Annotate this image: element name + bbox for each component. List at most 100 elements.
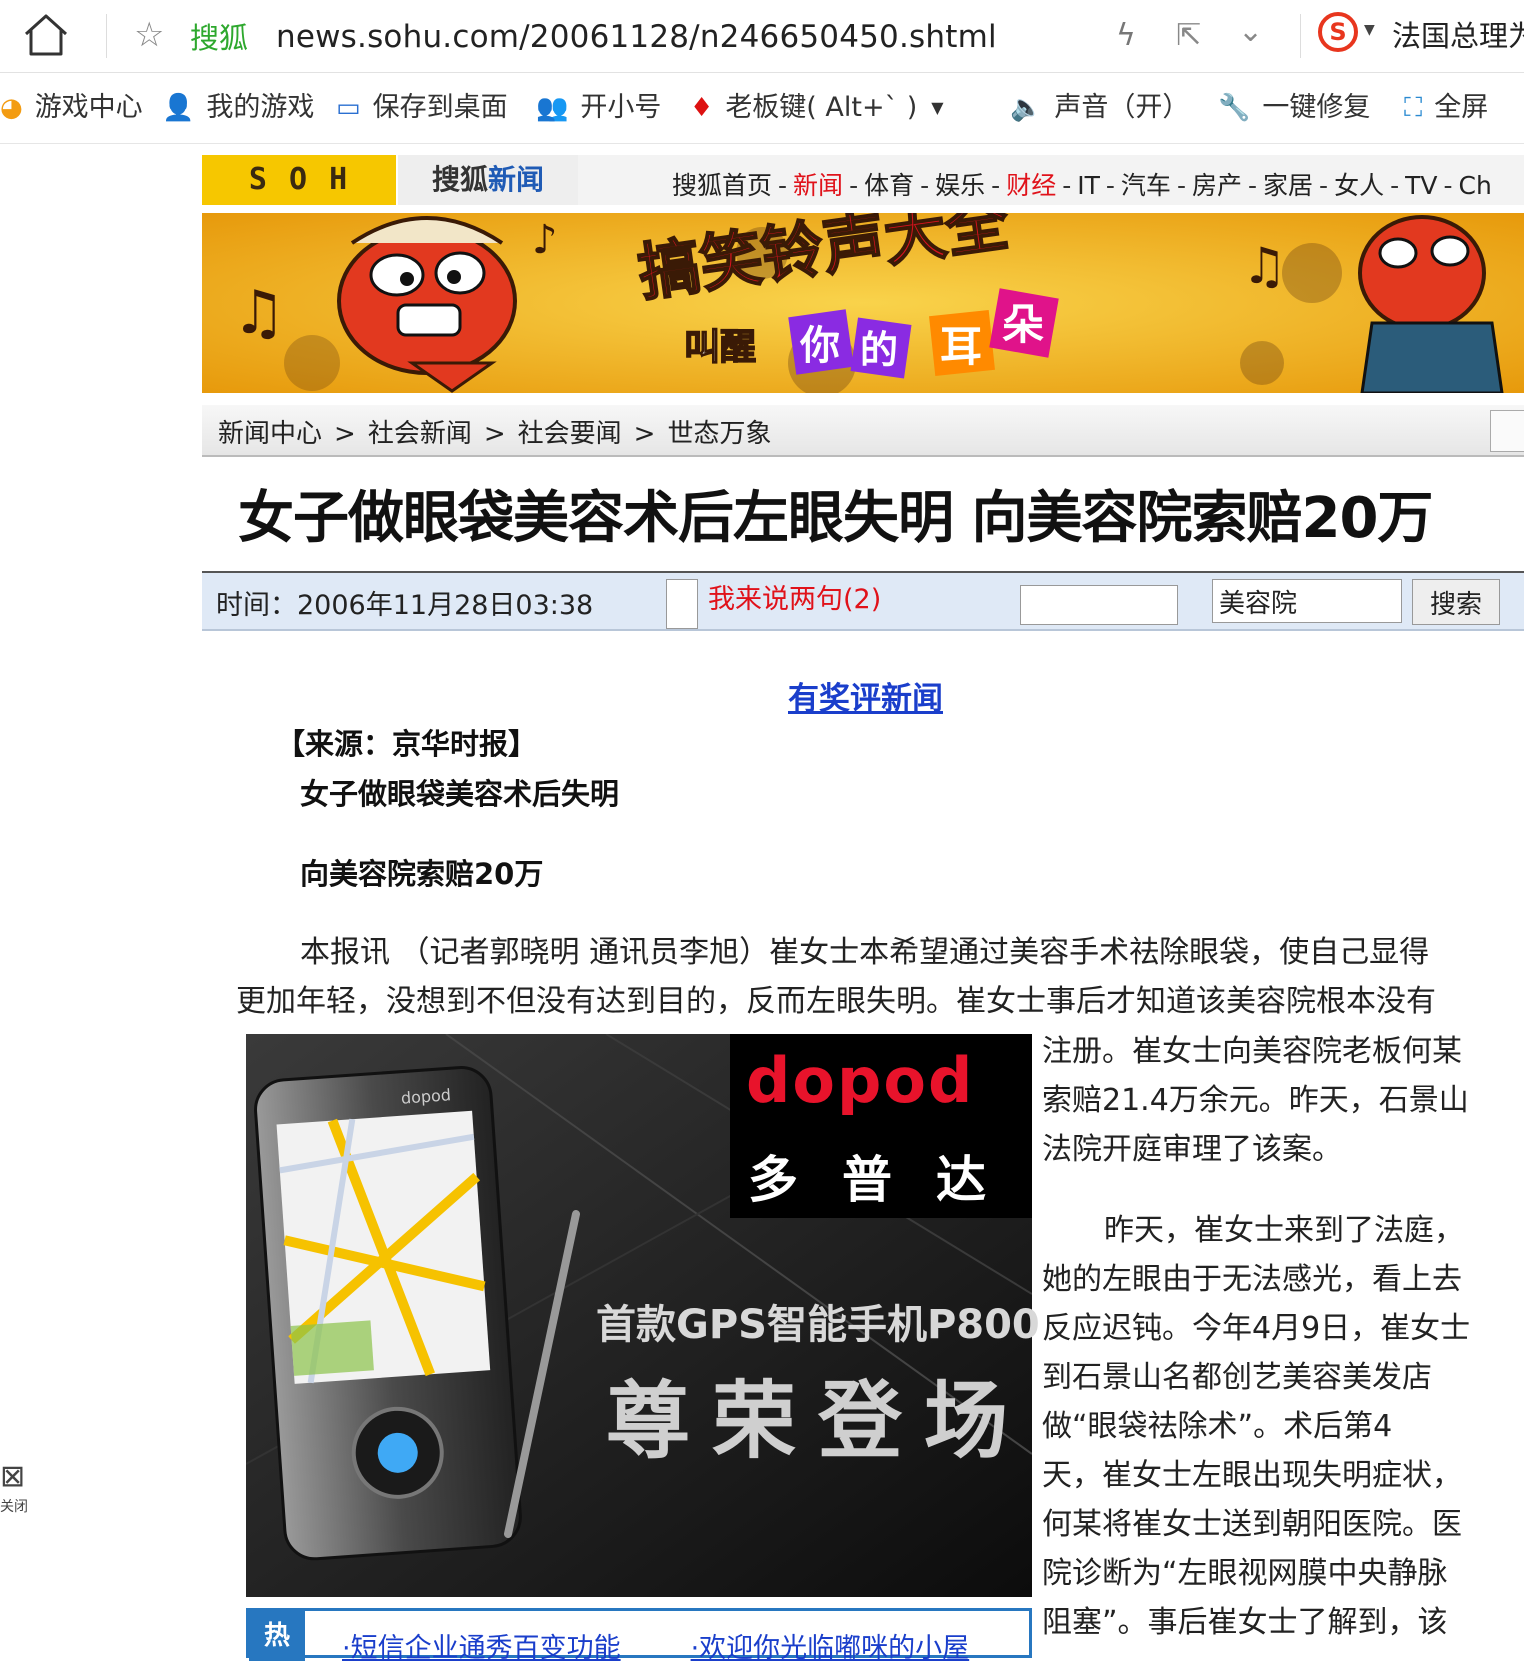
article-paragraph-line: 更加年轻，没想到不但没有达到目的，反而左眼失明。崔女士事后才知道该美容院根本没有 [236,984,1436,1019]
fullscreen-icon: ⛶ [1404,93,1423,123]
nav-separator: - [1247,171,1258,200]
nav-link[interactable]: 财经 [1006,171,1056,200]
music-note-icon: ♪ [532,217,558,263]
breadcrumb-separator: > [334,419,356,449]
home-icon[interactable] [18,10,74,60]
ad-brand-cn: 多普达 [748,1151,1030,1209]
close-icon[interactable]: ⊠ [0,1462,25,1492]
nav-separator: - [1319,171,1329,200]
caret-down-icon[interactable]: ▼ [931,88,943,128]
users-icon: 👥 [536,93,569,123]
speaker-icon: 🔈 [1010,93,1043,123]
sohu-logo[interactable]: S O H U.com [202,155,396,247]
breadcrumb-link[interactable]: 新闻中心 [218,419,322,449]
nav-link[interactable]: 新闻 [793,171,843,200]
game-center-icon: ◕ [0,93,23,123]
comment-link[interactable]: 我来说两句(2) [708,580,881,620]
article-paragraph-line: 法院开庭审理了该案。 [1042,1132,1342,1167]
close-label[interactable]: 关闭 [0,1496,28,1516]
fav-label: 声音（开） [1054,92,1190,123]
breadcrumb-separator: > [483,419,506,449]
fav-label: 保存到桌面 [372,92,508,123]
hot-badge: 热 [249,1611,305,1661]
breadcrumb-link[interactable]: 社会要闻 [518,419,622,449]
caret-down-icon[interactable]: ▼ [1364,22,1375,38]
chevron-down-icon[interactable]: ⌄ [1238,14,1263,49]
nav-link[interactable]: Ch [1459,171,1492,200]
hot-link[interactable]: ·短信企业通秀百变功能 [342,1633,621,1664]
music-note-icon: ♫ [1242,237,1287,295]
broken-image-icon [1490,410,1524,452]
lightning-icon[interactable]: ϟ [1116,18,1136,53]
fav-fullscreen[interactable]: ⛶ 全屏 [1404,88,1488,128]
article-paragraph-line: 天，崔女士左眼出现失明症状， [1042,1458,1462,1493]
article-paragraph-line: 做“眼袋祛除术”。术后第4 [1042,1409,1393,1444]
nav-separator: - [1062,171,1072,200]
fav-boss-key[interactable]: ♦ 老板键( Alt+` ) ▼ [690,88,944,128]
nav-link[interactable]: 汽车 [1121,171,1171,200]
nav-separator: - [920,171,930,200]
banner-dot [1240,341,1284,385]
nav-separator: - [1443,171,1453,200]
article-paragraph-line: 何某将崔女士送到朝阳医院。医 [1042,1507,1462,1542]
share-icon[interactable]: ⇱ [1176,18,1201,53]
search-suggestion[interactable]: 法国总理为 [1392,16,1524,56]
nav-link[interactable]: 体育 [864,171,914,200]
sogou-search-icon[interactable]: S [1318,12,1358,52]
fav-save-desktop[interactable]: ▭ 保存到桌面 [336,88,508,128]
broken-image-icon [666,579,698,629]
fav-label: 开小号 [580,92,662,123]
nav-link[interactable]: TV [1405,171,1437,200]
url-field[interactable]: news.sohu.com/20061128/n246650450.shtml [276,16,997,58]
fav-repair[interactable]: 🔧 一键修复 [1218,88,1370,128]
channel-logo-text: 新闻 [488,163,545,196]
breadcrumb-link[interactable]: 社会新闻 [368,419,472,449]
channel-logo[interactable]: 搜狐新闻 [398,155,578,205]
search-input[interactable] [1212,579,1402,623]
banner-ad[interactable]: ♫ ♪ ♫ 搞笑铃声大全 叫醒 你 的 耳 朵 [202,213,1524,393]
search-button[interactable]: 搜索 [1412,579,1500,625]
banner-dot [1282,243,1342,303]
banner-sub: 你 [799,323,840,369]
divider [1300,14,1301,58]
nav-separator: - [849,171,859,200]
user-icon: 👤 [162,93,195,123]
fav-new-account[interactable]: 👥 开小号 [536,88,661,128]
fav-sound[interactable]: 🔈 声音（开） [1010,88,1189,128]
nav-link[interactable]: 娱乐 [935,171,985,200]
nav-link[interactable]: 搜狐首页 [672,171,772,200]
nav-separator: - [1176,171,1186,200]
page-title: 女子做眼袋美容术后左眼失明 向美容院索赔20万 [238,486,1433,551]
phone-image: dopod [254,1066,522,1561]
nav-separator: - [1390,171,1400,200]
nav-link[interactable]: IT [1077,171,1100,200]
hot-link[interactable]: ·欢迎你光临嘟咪的小屋 [691,1633,970,1664]
broken-image-icon[interactable] [1020,585,1178,625]
fav-label: 老板键( Alt+` ) [725,92,918,123]
nav-link[interactable]: 家居 [1263,171,1313,200]
star-icon[interactable]: ☆ [134,16,164,54]
article-paragraph-line: 院诊断为“左眼视网膜中央静脉 [1042,1556,1448,1591]
fav-my-games[interactable]: 👤 我的游戏 [162,88,314,128]
article-paragraph-line: 阻塞”。事后崔女士了解到，该 [1042,1605,1448,1640]
fav-game-center[interactable]: ◕ 游戏中心 [0,88,143,128]
article-paragraph-line: 昨天，崔女士来到了法庭， [1104,1213,1464,1248]
wrench-icon: 🔧 [1218,93,1251,123]
nav-link[interactable]: 房产 [1192,171,1242,200]
prize-comment-link[interactable]: 有奖评新闻 [788,673,943,718]
nav-link[interactable]: 女人 [1334,171,1384,200]
breadcrumb-link[interactable]: 世态万象 [667,419,771,449]
site-name: 搜狐 [190,21,249,55]
top-navigation: 搜狐首页 - 新闻 - 体育 - 娱乐 - 财经 - IT - 汽车 - 房产 - 家居 - 女人 - TV - Ch [672,168,1492,204]
article-paragraph-line: 本报讯 （记者郭晓明 通讯员李旭）崔女士本希望通过美容手术祛除眼袋，使自己显得 [300,935,1430,970]
article-source: 【来源：京华时报】 [276,727,538,761]
article-paragraph-line: 她的左眼由于无法感光，看上去 [1042,1262,1462,1297]
banner-sub: 的 [860,328,898,372]
article-paragraph-line: 索赔21.4万余元。昨天，石景山 [1042,1083,1469,1118]
banner-sub: 叫醒 [684,327,756,368]
nav-separator: - [1105,171,1115,200]
channel-logo-text: 搜狐 [431,163,488,196]
desktop-icon: ▭ [336,93,361,123]
breadcrumb: 新闻中心 > 社会新闻 > 社会要闻 > 世态万象 [218,414,771,454]
ad-tagline: 首款GPS智能手机P800 [596,1302,1040,1348]
